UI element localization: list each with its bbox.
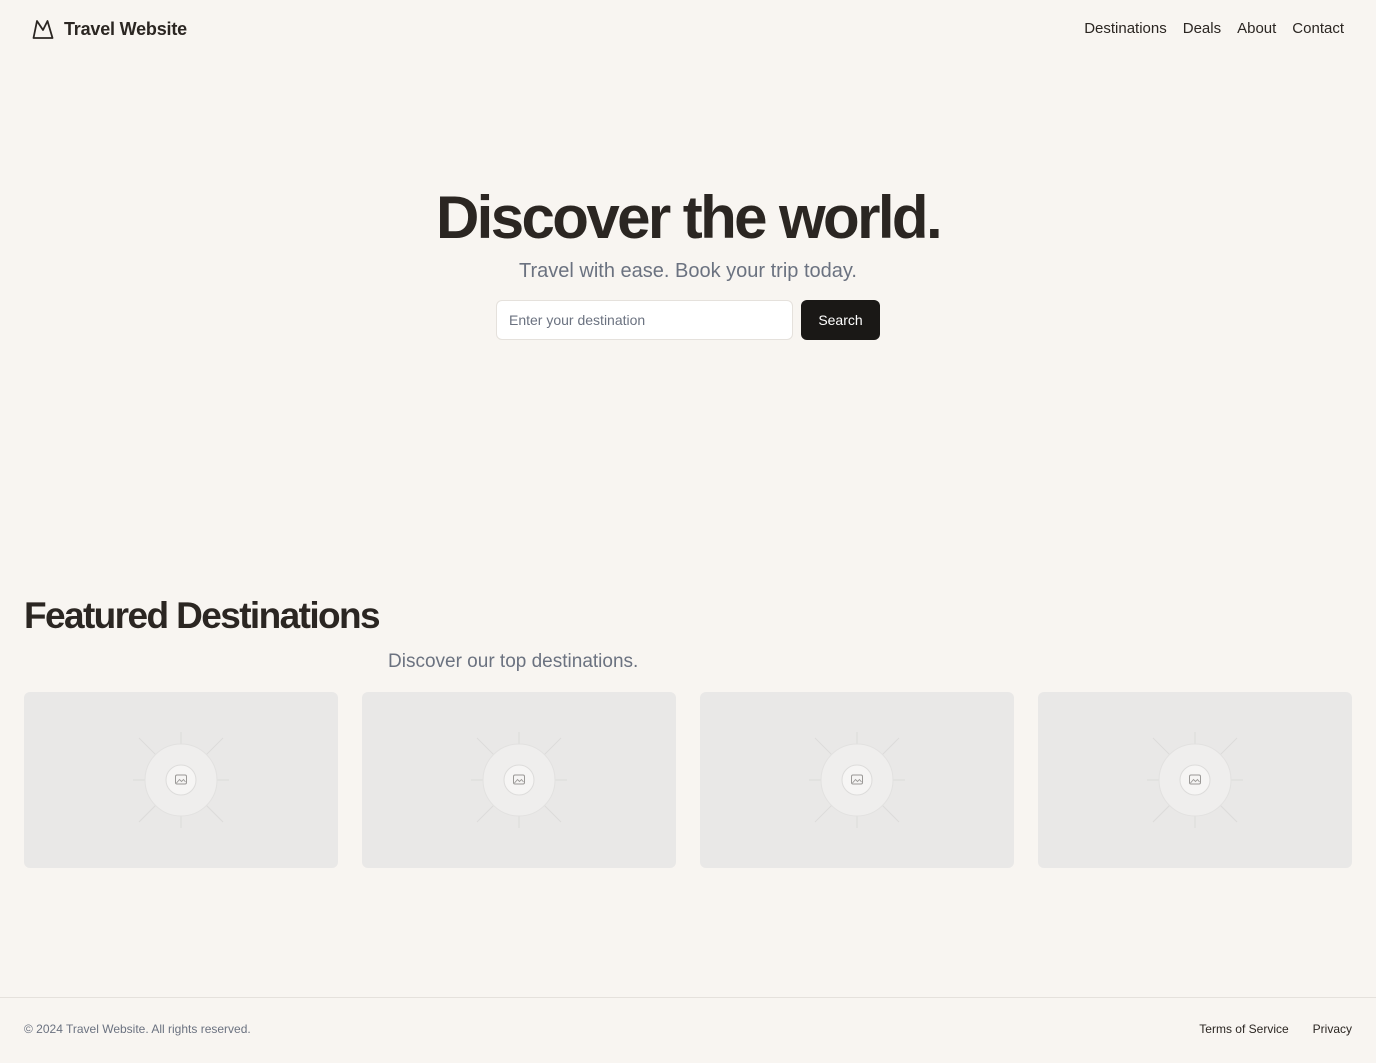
brand-link[interactable]: Travel Website bbox=[32, 18, 187, 40]
site-footer: © 2024 Travel Website. All rights reserv… bbox=[0, 997, 1376, 1063]
mountain-icon bbox=[32, 18, 54, 40]
privacy-link[interactable]: Privacy bbox=[1313, 1022, 1352, 1036]
terms-link[interactable]: Terms of Service bbox=[1199, 1022, 1288, 1036]
hero-section: Discover the world. Travel with ease. Bo… bbox=[0, 180, 1376, 340]
destination-card[interactable] bbox=[24, 692, 338, 868]
destination-card[interactable] bbox=[1038, 692, 1352, 868]
search-form: Search bbox=[496, 300, 880, 340]
nav-destinations[interactable]: Destinations bbox=[1084, 20, 1167, 37]
nav-about[interactable]: About bbox=[1237, 20, 1276, 37]
destination-search-input[interactable] bbox=[496, 300, 793, 340]
brand-name: Travel Website bbox=[64, 18, 187, 39]
image-placeholder-icon bbox=[1147, 732, 1243, 828]
featured-subtitle: Discover our top destinations. bbox=[388, 651, 639, 672]
destination-card[interactable] bbox=[362, 692, 676, 868]
destination-card[interactable] bbox=[700, 692, 1014, 868]
search-button[interactable]: Search bbox=[801, 300, 880, 340]
footer-links: Terms of Service Privacy bbox=[1199, 1022, 1352, 1036]
image-placeholder-icon bbox=[471, 732, 567, 828]
destination-cards bbox=[24, 692, 1352, 868]
image-placeholder-icon bbox=[133, 732, 229, 828]
copyright-text: © 2024 Travel Website. All rights reserv… bbox=[24, 1022, 251, 1036]
image-placeholder-icon bbox=[809, 732, 905, 828]
hero-subtitle: Travel with ease. Book your trip today. bbox=[519, 260, 857, 282]
nav-contact[interactable]: Contact bbox=[1292, 20, 1344, 37]
site-header: Travel Website Destinations Deals About … bbox=[0, 0, 1376, 60]
featured-title: Featured Destinations bbox=[24, 595, 381, 636]
hero-title: Discover the world. bbox=[435, 184, 943, 251]
main-nav: Destinations Deals About Contact bbox=[1084, 20, 1344, 37]
nav-deals[interactable]: Deals bbox=[1183, 20, 1221, 37]
